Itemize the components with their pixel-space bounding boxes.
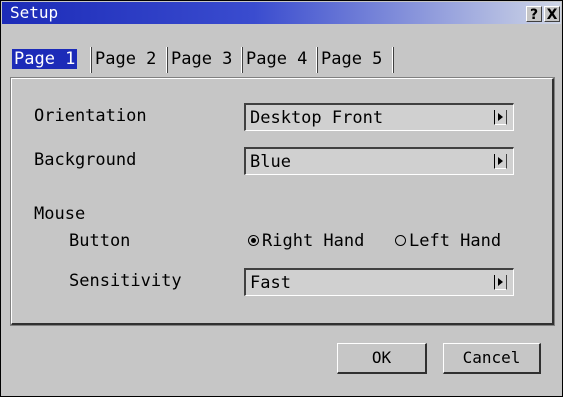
right-arrow-icon[interactable] <box>494 110 507 125</box>
tab-label: Page 4 <box>246 49 308 69</box>
tab-label: Page 5 <box>321 49 383 69</box>
background-label: Background <box>34 150 137 170</box>
help-button[interactable]: ? <box>526 6 542 23</box>
orientation-value: Desktop Front <box>250 108 384 128</box>
background-select[interactable]: Blue <box>244 147 514 175</box>
orientation-select[interactable]: Desktop Front <box>244 103 514 131</box>
sensitivity-value: Fast <box>250 273 291 293</box>
tab-label: Page 2 <box>95 49 157 69</box>
right-arrow-icon[interactable] <box>494 154 507 169</box>
setup-window: Setup ? X Page 1 Page 2 Page 3 Page 4 Pa… <box>0 0 563 397</box>
tab-page-2[interactable]: Page 2 <box>92 45 168 75</box>
close-button[interactable]: X <box>544 6 560 23</box>
radio-icon <box>395 235 406 246</box>
tab-divider <box>392 47 394 73</box>
button-label: Button <box>69 231 131 251</box>
sensitivity-select[interactable]: Fast <box>244 268 514 296</box>
sensitivity-label: Sensitivity <box>69 271 182 291</box>
orientation-label: Orientation <box>34 106 147 126</box>
ok-button[interactable]: OK <box>337 343 427 374</box>
tab-page-3[interactable]: Page 3 <box>168 45 243 75</box>
radio-left-hand[interactable]: Left Hand <box>395 230 501 252</box>
title-bar[interactable]: Setup ? X <box>2 2 561 24</box>
background-value: Blue <box>250 152 291 172</box>
radio-right-hand[interactable]: Right Hand <box>248 230 364 252</box>
radio-label: Right Hand <box>262 231 365 251</box>
tab-page-1[interactable]: Page 1 <box>9 45 92 75</box>
cancel-button[interactable]: Cancel <box>443 343 541 374</box>
right-arrow-icon[interactable] <box>494 275 507 290</box>
mouse-label: Mouse <box>34 204 86 224</box>
tab-label: Page 3 <box>171 49 233 69</box>
settings-panel: Orientation Desktop Front Background Blu… <box>10 77 555 326</box>
radio-label: Left Hand <box>409 231 502 251</box>
tab-page-4[interactable]: Page 4 <box>243 45 318 75</box>
window-title: Setup <box>10 3 59 22</box>
tab-label: Page 1 <box>12 49 78 69</box>
tab-page-5[interactable]: Page 5 <box>318 45 394 75</box>
radio-icon <box>248 235 259 246</box>
